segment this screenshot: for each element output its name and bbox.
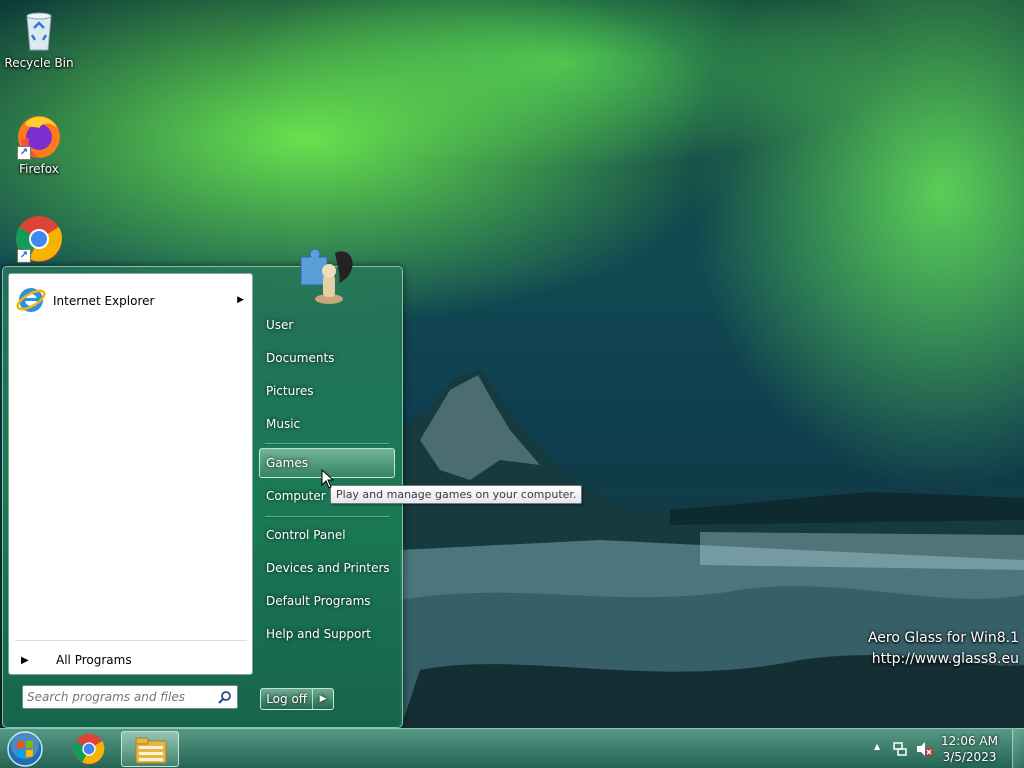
item-label: Games <box>266 456 308 470</box>
item-label: Computer <box>266 489 326 503</box>
recycle-bin-icon <box>15 6 63 54</box>
desktop-icon-firefox[interactable]: ↗ Firefox <box>1 112 77 176</box>
watermark-line-2: http://www.glass8.eu <box>871 651 1019 667</box>
item-label: Control Panel <box>266 528 346 542</box>
start-menu-item-devices-and-printers[interactable]: Devices and Printers <box>259 553 395 583</box>
taskbar-file-explorer-button[interactable] <box>121 731 179 767</box>
shortcut-arrow-icon: ↗ <box>17 146 31 160</box>
submenu-arrow-icon[interactable]: ▶ <box>237 295 244 305</box>
all-programs-button[interactable]: ▶ All Programs <box>17 648 246 672</box>
program-internet-explorer[interactable]: Internet Explorer ▶ <box>15 282 248 320</box>
log-off-button[interactable]: Log off ▶ <box>260 688 334 710</box>
shutdown-options-arrow-icon[interactable]: ▶ <box>313 689 333 709</box>
internet-explorer-icon <box>15 284 47 319</box>
start-button[interactable] <box>5 730 45 768</box>
wallpaper-landscape <box>400 370 1024 730</box>
item-label: Documents <box>266 351 335 365</box>
network-icon[interactable] <box>892 741 908 757</box>
item-label: Music <box>266 417 301 431</box>
start-menu-item-user[interactable]: User <box>259 310 395 340</box>
item-label: Help and Support <box>266 627 371 641</box>
item-label: Pictures <box>266 384 314 398</box>
all-programs-label: All Programs <box>56 653 132 667</box>
start-menu-item-documents[interactable]: Documents <box>259 343 395 373</box>
item-label: Default Programs <box>266 594 371 608</box>
desktop-icon-label: Recycle Bin <box>4 56 74 70</box>
desktop-icon-chrome[interactable]: ↗ <box>1 215 77 265</box>
start-menu-item-pictures[interactable]: Pictures <box>259 376 395 406</box>
chrome-icon: ↗ <box>15 215 63 263</box>
taskbar-chrome-button[interactable] <box>60 731 118 767</box>
chrome-icon <box>73 733 105 765</box>
item-label: User <box>266 318 294 332</box>
program-label: Internet Explorer <box>53 294 155 308</box>
taskbar: ▲ 12:06 AM 3/5/2023 <box>0 728 1024 768</box>
start-search-box[interactable] <box>22 685 238 709</box>
all-programs-arrow-icon: ▶ <box>21 654 29 666</box>
shortcut-arrow-icon: ↗ <box>17 249 31 263</box>
watermark-line-1: Aero Glass for Win8.1 <box>867 630 1019 646</box>
aero-glass-watermark: Aero Glass for Win8.1 http://www.glass8.… <box>868 628 1019 670</box>
divider <box>265 443 389 444</box>
clock-date: 3/5/2023 <box>942 750 997 764</box>
clock-time: 12:06 AM <box>941 734 998 748</box>
desktop-icon-recycle-bin[interactable]: Recycle Bin <box>1 6 77 70</box>
start-menu-programs-pane: Internet Explorer ▶ ▶ All Programs <box>8 273 253 675</box>
desktop-icon-label: Firefox <box>19 162 59 176</box>
show-hidden-icons-icon[interactable]: ▲ <box>874 742 880 751</box>
show-desktop-button[interactable] <box>1012 729 1024 768</box>
divider <box>15 640 247 641</box>
file-explorer-icon <box>135 737 167 764</box>
search-input[interactable] <box>27 687 213 707</box>
item-label: Devices and Printers <box>266 561 390 575</box>
clock[interactable]: 12:06 AM 3/5/2023 <box>941 733 998 765</box>
start-menu-item-help-and-support[interactable]: Help and Support <box>259 619 395 649</box>
firefox-icon: ↗ <box>15 112 63 160</box>
games-picture-icon <box>293 245 363 305</box>
volume-muted-icon[interactable] <box>916 741 934 757</box>
log-off-label[interactable]: Log off <box>261 689 314 709</box>
start-menu-item-control-panel[interactable]: Control Panel <box>259 520 395 550</box>
start-menu-item-music[interactable]: Music <box>259 409 395 439</box>
system-tray: ▲ 12:06 AM 3/5/2023 <box>864 729 1024 768</box>
search-icon[interactable] <box>218 690 232 707</box>
divider <box>265 516 389 517</box>
mouse-cursor-icon <box>321 469 334 489</box>
games-tooltip: Play and manage games on your computer. <box>330 485 583 504</box>
start-menu-item-default-programs[interactable]: Default Programs <box>259 586 395 616</box>
